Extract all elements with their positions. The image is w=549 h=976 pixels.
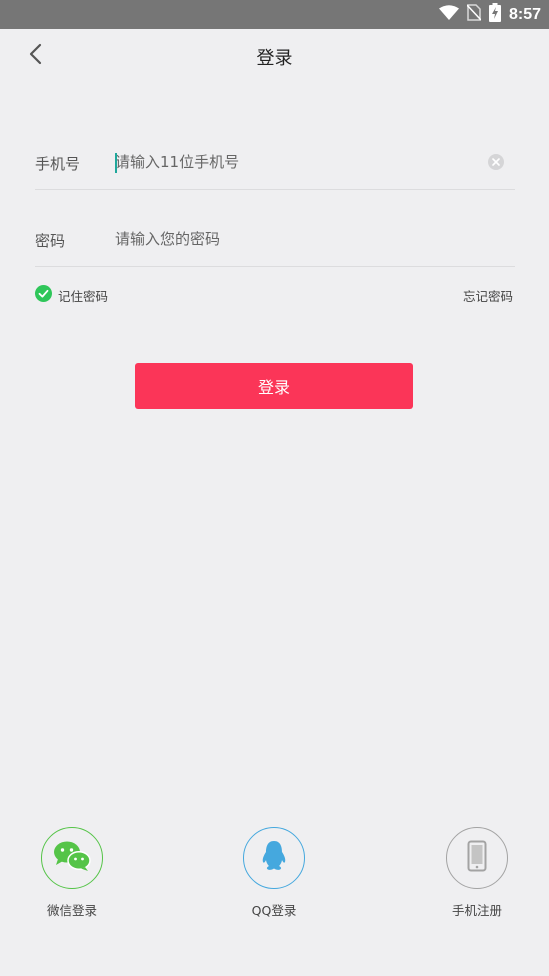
- wechat-circle: [41, 827, 103, 889]
- remember-password-checkbox[interactable]: 记住密码: [35, 285, 108, 306]
- password-input[interactable]: [115, 226, 475, 252]
- remember-password-label: 记住密码: [58, 289, 109, 304]
- login-button[interactable]: 登录: [135, 363, 413, 409]
- text-cursor: [115, 153, 117, 173]
- page-title: 登录: [256, 48, 293, 69]
- wechat-login-label: 微信登录: [46, 903, 97, 918]
- status-bar: 8:57: [0, 0, 549, 29]
- qq-login-button[interactable]: QQ登录: [219, 827, 329, 919]
- password-field-row: 密码: [35, 214, 515, 267]
- password-field-label: 密码: [35, 232, 66, 250]
- battery-charging-icon: [488, 3, 501, 26]
- status-icons: 8:57: [438, 0, 541, 29]
- status-time: 8:57: [508, 5, 541, 23]
- phone-icon: [467, 840, 487, 876]
- wechat-login-button[interactable]: 微信登录: [17, 827, 127, 919]
- no-sim-icon: [466, 4, 482, 25]
- phone-register-button[interactable]: 手机注册: [422, 827, 532, 919]
- phone-input[interactable]: [115, 149, 475, 175]
- forgot-password-link[interactable]: 忘记密码: [463, 286, 513, 305]
- phone-field-label: 手机号: [35, 155, 81, 173]
- wechat-icon: [53, 840, 91, 876]
- phone-register-circle: [446, 827, 508, 889]
- checkmark-icon: [35, 285, 52, 306]
- wifi-icon: [438, 4, 459, 25]
- clear-icon: [488, 154, 504, 174]
- phone-field-row: 手机号: [35, 137, 515, 190]
- app-header: 登录: [0, 29, 549, 83]
- qq-penguin-icon: [260, 840, 288, 876]
- qq-circle: [243, 827, 305, 889]
- phone-register-label: 手机注册: [451, 903, 502, 918]
- qq-login-label: QQ登录: [251, 903, 297, 918]
- login-options: 记住密码 忘记密码: [35, 283, 515, 305]
- clear-phone-button[interactable]: [488, 154, 504, 170]
